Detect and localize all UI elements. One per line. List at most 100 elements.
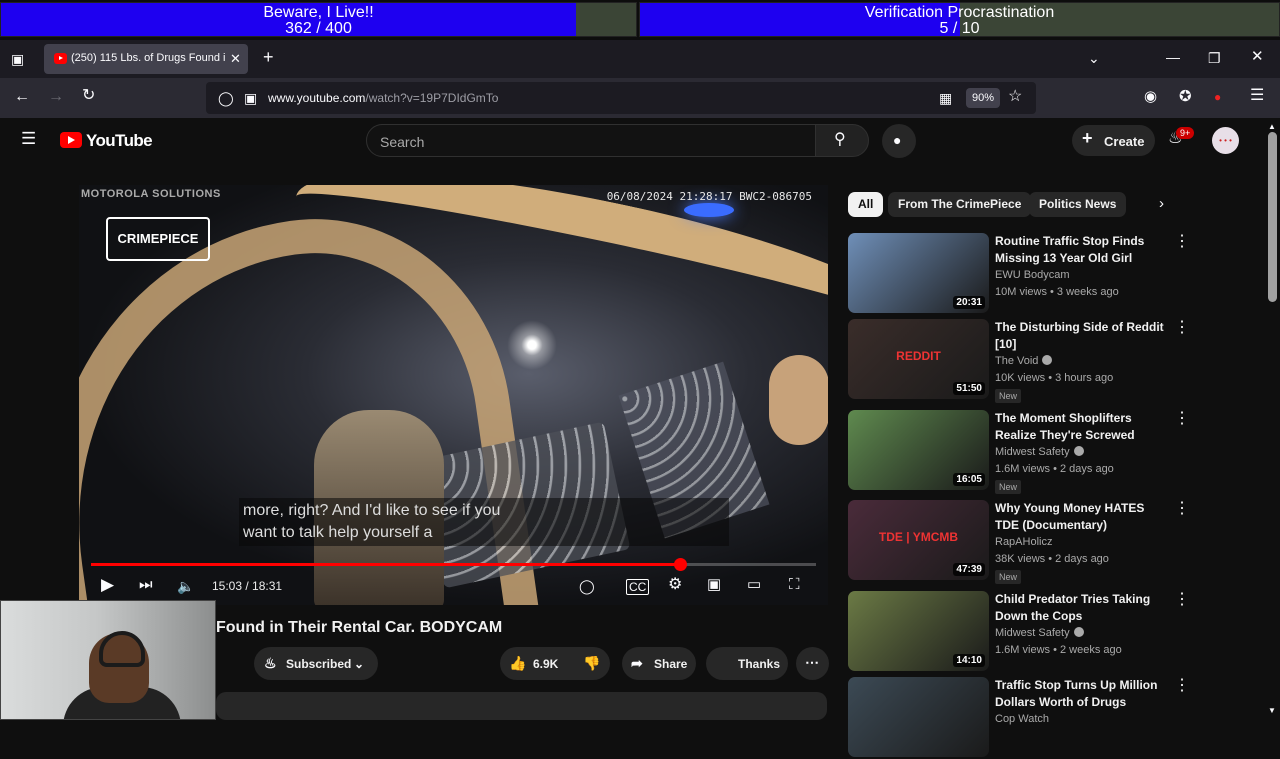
- autoplay-toggle-icon[interactable]: ◯: [579, 579, 595, 593]
- restore-icon[interactable]: ❐: [1208, 51, 1221, 65]
- more-icon[interactable]: ⋮: [1174, 592, 1190, 609]
- menu-icon[interactable]: ☰: [1250, 88, 1264, 104]
- avatar[interactable]: • • •: [1212, 127, 1239, 154]
- more-actions-button[interactable]: ⋯: [796, 647, 829, 680]
- close-window-icon[interactable]: ✕: [1251, 49, 1264, 64]
- subscribed-button[interactable]: ♨ Subscribed ⌄: [254, 647, 378, 680]
- recommendation-thumbnail[interactable]: REDDIT 51:50: [848, 319, 989, 399]
- youtube-logo-icon[interactable]: [60, 132, 82, 148]
- browser-nav-bar: ← → ↻ ◯ ▣ www.youtube.com/watch?v=19P7DI…: [0, 78, 1280, 118]
- recommendation-thumbnail[interactable]: [848, 677, 989, 757]
- recommendation-thumbnail[interactable]: TDE | YMCMB 47:39: [848, 500, 989, 580]
- back-icon[interactable]: ←: [14, 89, 30, 105]
- recommendation-channel[interactable]: The Void: [995, 355, 1053, 367]
- recommendation-channel[interactable]: Cop Watch: [995, 713, 1049, 725]
- duration-badge: 16:05: [953, 473, 985, 486]
- channel-name: EWU Bodycam: [995, 269, 1070, 281]
- recommendation-channel[interactable]: RapAHolicz: [995, 536, 1052, 548]
- recommendation-channel[interactable]: Midwest Safety: [995, 627, 1084, 639]
- new-tab-icon[interactable]: +: [263, 48, 274, 66]
- recommendation-thumbnail[interactable]: 14:10: [848, 591, 989, 671]
- chip-politics-news[interactable]: Politics News: [1029, 192, 1127, 217]
- chip-from-channel[interactable]: From The CrimePiece: [888, 192, 1032, 217]
- miniplayer-icon[interactable]: ▣: [707, 577, 721, 592]
- recommendation-item[interactable]: 16:05 The Moment Shoplifters Realize They…: [848, 410, 1190, 494]
- extensions-icon[interactable]: ✪: [1179, 89, 1192, 104]
- thanks-button[interactable]: Thanks: [706, 647, 788, 680]
- captions-icon[interactable]: CC: [626, 579, 650, 595]
- play-icon[interactable]: ▶: [101, 576, 114, 593]
- voice-search-button[interactable]: ●: [882, 124, 916, 158]
- description-box[interactable]: [216, 692, 827, 720]
- recommendation-title[interactable]: Traffic Stop Turns Up Million Dollars Wo…: [995, 677, 1170, 711]
- settings-gear-icon[interactable]: ⚙: [668, 577, 682, 593]
- volume-icon[interactable]: 🔈: [177, 579, 194, 593]
- channel-watermark: CRIMEPIECE: [106, 217, 210, 261]
- goal-right-title: Verification Procrastination: [864, 4, 1055, 21]
- account-icon[interactable]: ◉: [1144, 89, 1157, 104]
- goal-right-text: Verification Procrastination 5 / 10: [640, 5, 1279, 37]
- more-icon[interactable]: ⋮: [1174, 411, 1190, 428]
- recommendation-item[interactable]: TDE | YMCMB 47:39 Why Young Money HATES TD…: [848, 500, 1190, 584]
- chevron-down-icon[interactable]: ⌄: [1088, 51, 1100, 65]
- search-input[interactable]: Search: [366, 124, 816, 157]
- bookmark-star-icon[interactable]: ☆: [1008, 89, 1022, 105]
- like-count[interactable]: 6.9K: [533, 657, 558, 671]
- chevron-down-icon: ⌄: [354, 657, 365, 671]
- video-title: Found in Their Rental Car. BODYCAM: [216, 619, 503, 636]
- more-icon[interactable]: ⋮: [1174, 678, 1190, 695]
- recommendation-item[interactable]: Traffic Stop Turns Up Million Dollars Wo…: [848, 677, 1190, 759]
- chevron-right-icon[interactable]: ›: [1159, 196, 1164, 211]
- video-frame-light: [507, 320, 557, 370]
- extension-red-icon[interactable]: ●: [1214, 90, 1221, 104]
- youtube-wordmark[interactable]: YouTube: [86, 131, 153, 151]
- like-icon[interactable]: 👍: [509, 656, 526, 670]
- recommendation-title[interactable]: The Disturbing Side of Reddit [10]: [995, 319, 1170, 353]
- recommendation-title[interactable]: Child Predator Tries Taking Down the Cop…: [995, 591, 1170, 625]
- recommendation-channel[interactable]: EWU Bodycam: [995, 269, 1070, 281]
- search-button[interactable]: ⚲: [815, 124, 869, 157]
- recommendation-title[interactable]: The Moment Shoplifters Realize They're S…: [995, 410, 1170, 444]
- tab-list-icon[interactable]: ▣: [11, 52, 24, 66]
- recommendation-thumbnail[interactable]: 20:31: [848, 233, 989, 313]
- minimize-icon[interactable]: —: [1166, 50, 1180, 64]
- scroll-down-icon[interactable]: ▼: [1268, 704, 1276, 718]
- recommendation-meta: 10K views • 3 hours ago: [995, 372, 1114, 384]
- share-button[interactable]: ➦ Share: [622, 647, 696, 680]
- recommendation-item[interactable]: 20:31 Routine Traffic Stop Finds Missing …: [848, 233, 1190, 315]
- recommendation-item[interactable]: REDDIT 51:50 The Disturbing Side of Reddit…: [848, 319, 1190, 403]
- reload-icon[interactable]: ↻: [82, 88, 95, 104]
- more-icon[interactable]: ⋮: [1174, 320, 1190, 337]
- create-button[interactable]: + Create: [1072, 125, 1155, 156]
- image-icon[interactable]: ▦: [939, 91, 952, 105]
- recommendation-title[interactable]: Why Young Money HATES TDE (Documentary): [995, 500, 1170, 534]
- plus-icon: +: [1082, 128, 1093, 148]
- more-icon[interactable]: ⋮: [1174, 234, 1190, 251]
- lock-icon[interactable]: ▣: [244, 91, 257, 105]
- recommendation-item[interactable]: 14:10 Child Predator Tries Taking Down th…: [848, 591, 1190, 673]
- close-tab-icon[interactable]: ✕: [230, 52, 241, 66]
- guide-menu-icon[interactable]: ☰: [21, 130, 36, 147]
- stream-overlay: Beware, I Live!! 362 / 400 Verification …: [0, 0, 1280, 40]
- url-bar[interactable]: ◯ ▣ www.youtube.com/watch?v=19P7DIdGmTo …: [206, 82, 1036, 114]
- scrollbar[interactable]: ▲ ▼: [1265, 118, 1280, 720]
- more-icon[interactable]: ⋮: [1174, 501, 1190, 518]
- browser-tab[interactable]: (250) 115 Lbs. of Drugs Found i ✕: [44, 44, 248, 74]
- recommendation-thumbnail[interactable]: 16:05: [848, 410, 989, 490]
- forward-icon[interactable]: →: [48, 89, 64, 105]
- zoom-level[interactable]: 90%: [966, 88, 1001, 108]
- dislike-icon[interactable]: 👎: [583, 656, 600, 670]
- recommendation-channel[interactable]: Midwest Safety: [995, 446, 1084, 458]
- url-text[interactable]: www.youtube.com/watch?v=19P7DIdGmTo: [268, 91, 498, 105]
- next-icon[interactable]: ⏭: [139, 577, 153, 592]
- video-player[interactable]: MOTOROLA SOLUTIONS 06/08/2024 21:28:17 B…: [79, 185, 828, 605]
- progress-bar[interactable]: [91, 558, 816, 571]
- scroll-thumb[interactable]: [1268, 132, 1277, 302]
- theater-mode-icon[interactable]: ▭: [747, 577, 761, 592]
- shield-icon[interactable]: ◯: [218, 91, 234, 105]
- chip-all[interactable]: All: [848, 192, 884, 217]
- more-icon: ⋯: [805, 654, 819, 670]
- fullscreen-icon[interactable]: ⛶: [789, 577, 800, 592]
- tab-title: (250) 115 Lbs. of Drugs Found i: [71, 52, 226, 64]
- recommendation-title[interactable]: Routine Traffic Stop Finds Missing 13 Ye…: [995, 233, 1170, 267]
